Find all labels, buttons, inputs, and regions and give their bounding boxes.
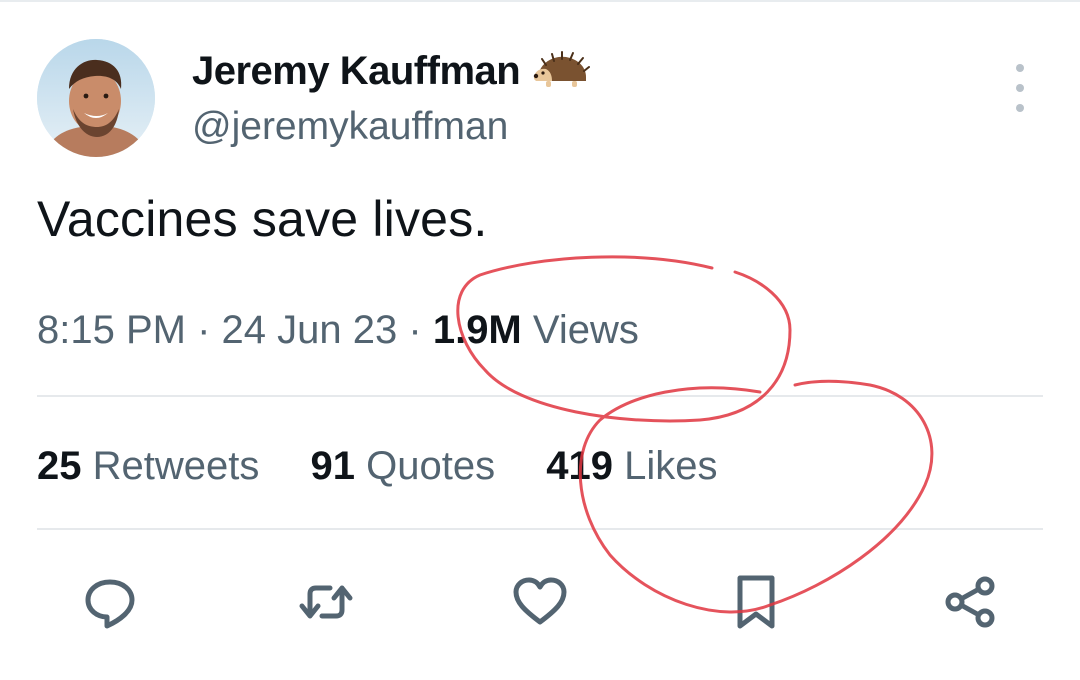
reply-button[interactable] (80, 572, 140, 632)
meta-separator: · (408, 308, 422, 352)
likes-label: Likes (624, 444, 718, 488)
quotes-stat[interactable]: 91 Quotes (311, 444, 496, 489)
avatar[interactable] (37, 39, 155, 157)
author-display-name[interactable]: Jeremy Kauffman (192, 49, 521, 94)
tweet-date[interactable]: 24 Jun 23 (222, 308, 398, 352)
more-options-button[interactable] (1003, 64, 1037, 112)
quotes-count: 91 (310, 444, 356, 488)
profile-photo-icon (37, 39, 155, 157)
views-count: 1.9M (432, 308, 522, 352)
likes-stat[interactable]: 419 Likes (546, 444, 717, 489)
retweets-count: 25 (37, 444, 82, 488)
tweet-text: Vaccines save lives. (37, 191, 488, 247)
divider (37, 528, 1043, 530)
meta-separator: · (197, 308, 211, 352)
retweets-label: Retweets (92, 444, 260, 488)
top-divider (0, 0, 1080, 2)
divider (37, 395, 1043, 397)
tweet-meta: 8:15 PM · 24 Jun 23 · 1.9M Views (37, 308, 639, 353)
author-name-row: Jeremy Kauffman (192, 46, 591, 96)
more-options-icon (1016, 64, 1024, 72)
share-icon (945, 576, 995, 628)
views-label: Views (532, 308, 639, 352)
bookmark-button[interactable] (726, 572, 786, 632)
bookmark-icon (737, 575, 775, 629)
retweet-icon (299, 585, 353, 619)
like-icon (513, 577, 567, 625)
like-button[interactable] (510, 572, 570, 632)
likes-count: 419 (546, 444, 613, 488)
engagement-stats: 25 Retweets 91 Quotes 419 Likes (37, 444, 757, 489)
author-handle[interactable]: @jeremykauffman (192, 105, 508, 149)
share-button[interactable] (941, 572, 1001, 632)
tweet-card: Jeremy Kauffman @jeremykauffman Vaccines (0, 0, 1080, 680)
quotes-label: Quotes (366, 444, 496, 488)
retweets-stat[interactable]: 25 Retweets (37, 444, 259, 489)
hedgehog-icon (532, 51, 591, 91)
reply-icon (85, 579, 135, 629)
retweet-button[interactable] (296, 572, 356, 632)
tweet-time[interactable]: 8:15 PM (37, 308, 186, 352)
